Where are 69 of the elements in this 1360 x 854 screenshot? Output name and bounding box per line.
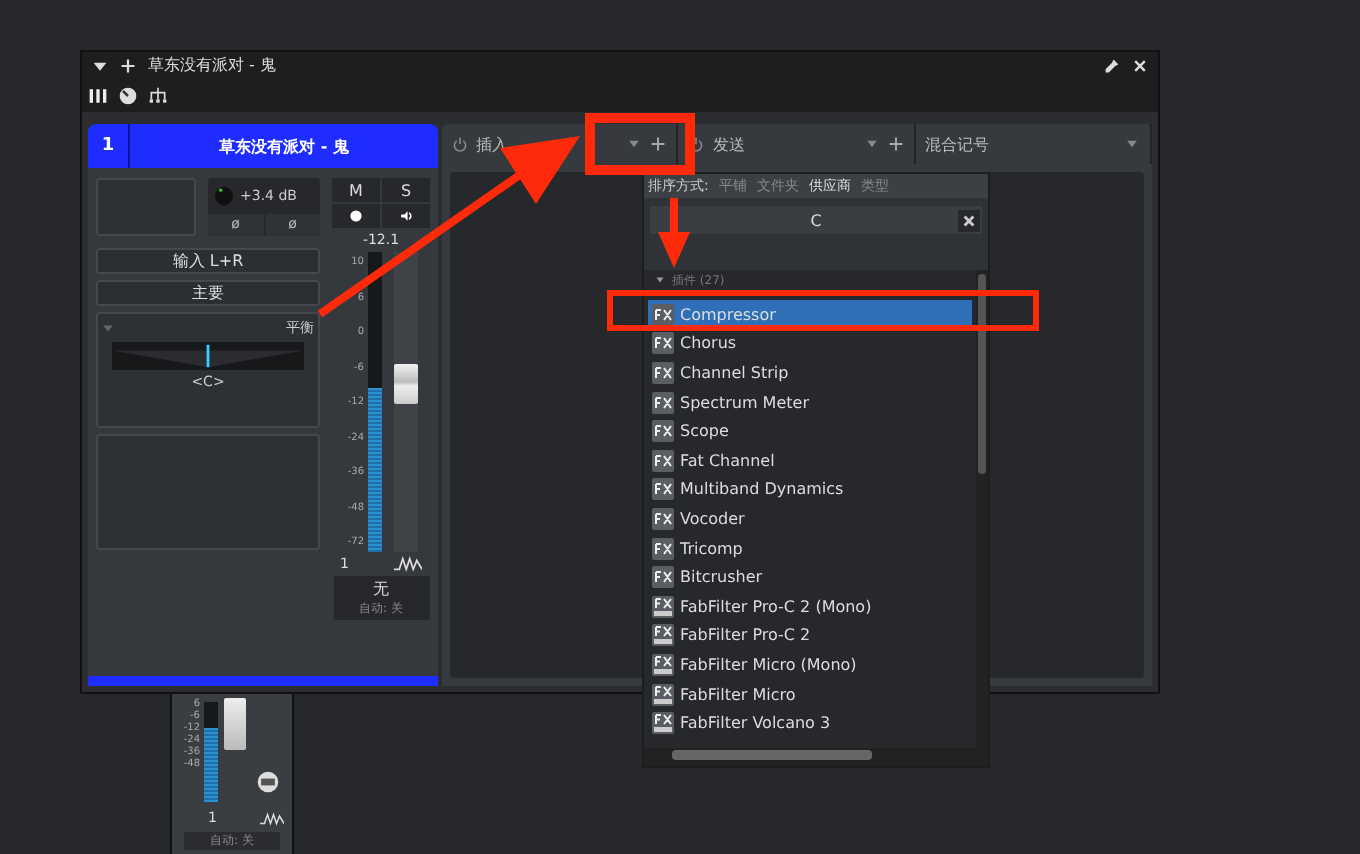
channel-number: 1 bbox=[88, 124, 130, 168]
annotation-arrow bbox=[658, 198, 690, 268]
scrollbar[interactable] bbox=[644, 748, 988, 766]
close-icon[interactable] bbox=[1132, 57, 1148, 73]
fx-icon bbox=[652, 420, 674, 443]
record-button[interactable] bbox=[332, 204, 380, 228]
plugin-item[interactable]: Vocoder bbox=[648, 504, 972, 534]
fx-icon bbox=[652, 332, 674, 355]
annotation-box bbox=[585, 113, 695, 175]
output-button[interactable]: 主要 bbox=[96, 280, 320, 306]
fx-icon bbox=[652, 566, 674, 589]
speaker-icon bbox=[398, 208, 414, 224]
vst-icon bbox=[652, 683, 674, 706]
knob-icon[interactable] bbox=[214, 186, 234, 206]
plus-icon[interactable] bbox=[887, 136, 904, 152]
plugin-item[interactable]: FabFilter Pro-C 2 bbox=[648, 621, 972, 651]
fx-icon bbox=[652, 303, 674, 326]
section-label: 混合记号 bbox=[925, 133, 990, 155]
channel-header[interactable]: 1 草东没有派对 - 鬼 bbox=[88, 124, 438, 168]
columns-icon[interactable] bbox=[88, 85, 108, 105]
plugin-item[interactable]: FabFilter Micro bbox=[648, 679, 972, 709]
automation-value: 无 bbox=[373, 578, 389, 600]
plugin-item[interactable]: Fat Channel bbox=[648, 445, 972, 476]
pan-indicator[interactable] bbox=[206, 344, 210, 368]
fx-icon bbox=[652, 391, 674, 414]
pan-slider[interactable] bbox=[112, 342, 304, 370]
fx-icon bbox=[652, 537, 674, 560]
vst-icon bbox=[652, 624, 674, 647]
empty-slot bbox=[96, 178, 196, 236]
solo-button[interactable]: S bbox=[382, 178, 430, 202]
scrollbar[interactable] bbox=[976, 270, 988, 748]
plugin-item[interactable]: FabFilter Micro (Mono) bbox=[648, 650, 972, 680]
pin-icon[interactable] bbox=[1104, 57, 1120, 73]
plugin-item[interactable]: Bitcrusher bbox=[648, 562, 972, 592]
fx-icon bbox=[652, 478, 674, 501]
power-icon[interactable] bbox=[452, 136, 468, 152]
vst-icon bbox=[652, 653, 674, 676]
fx-icon bbox=[652, 507, 674, 530]
plus-icon[interactable] bbox=[650, 136, 667, 152]
plugin-item[interactable]: Tricomp bbox=[648, 533, 972, 563]
fx-icon bbox=[652, 361, 674, 384]
plugin-item[interactable]: Channel Strip bbox=[648, 358, 972, 388]
fader-handle[interactable] bbox=[394, 364, 418, 404]
dial-icon[interactable] bbox=[118, 85, 138, 105]
waveform-icon bbox=[394, 556, 422, 572]
vst-icon bbox=[652, 712, 674, 735]
search-field[interactable]: C bbox=[650, 206, 982, 234]
window-title: 草东没有派对 - 鬼 bbox=[148, 54, 276, 76]
plugin-item[interactable]: FabFilter Pro-C 2 (Mono) bbox=[648, 591, 972, 622]
vst-icon bbox=[652, 595, 674, 618]
input-button[interactable]: 输入 L+R bbox=[96, 248, 320, 274]
plugin-item[interactable]: Scope bbox=[648, 416, 972, 446]
monitor-button[interactable] bbox=[382, 204, 430, 228]
circle-icon[interactable] bbox=[256, 770, 280, 794]
fx-icon bbox=[652, 449, 674, 472]
plugin-item[interactable]: Chorus bbox=[648, 329, 972, 359]
channel-name: 草东没有派对 - 鬼 bbox=[217, 135, 351, 157]
plugin-item[interactable]: FabFilter Volcano 3 bbox=[648, 708, 972, 738]
routing-icon[interactable] bbox=[148, 85, 168, 105]
caret-icon[interactable] bbox=[654, 274, 666, 286]
mute-button[interactable]: M bbox=[332, 178, 380, 202]
plugin-item[interactable]: Spectrum Meter bbox=[648, 387, 972, 417]
record-icon bbox=[348, 208, 364, 224]
caret-icon[interactable] bbox=[92, 57, 108, 73]
plugin-item[interactable]: Multiband Dynamics bbox=[648, 475, 972, 505]
fader-handle[interactable] bbox=[224, 698, 246, 750]
section-label: 发送 bbox=[712, 133, 745, 155]
waveform-icon bbox=[260, 812, 284, 826]
close-icon[interactable] bbox=[958, 209, 980, 231]
